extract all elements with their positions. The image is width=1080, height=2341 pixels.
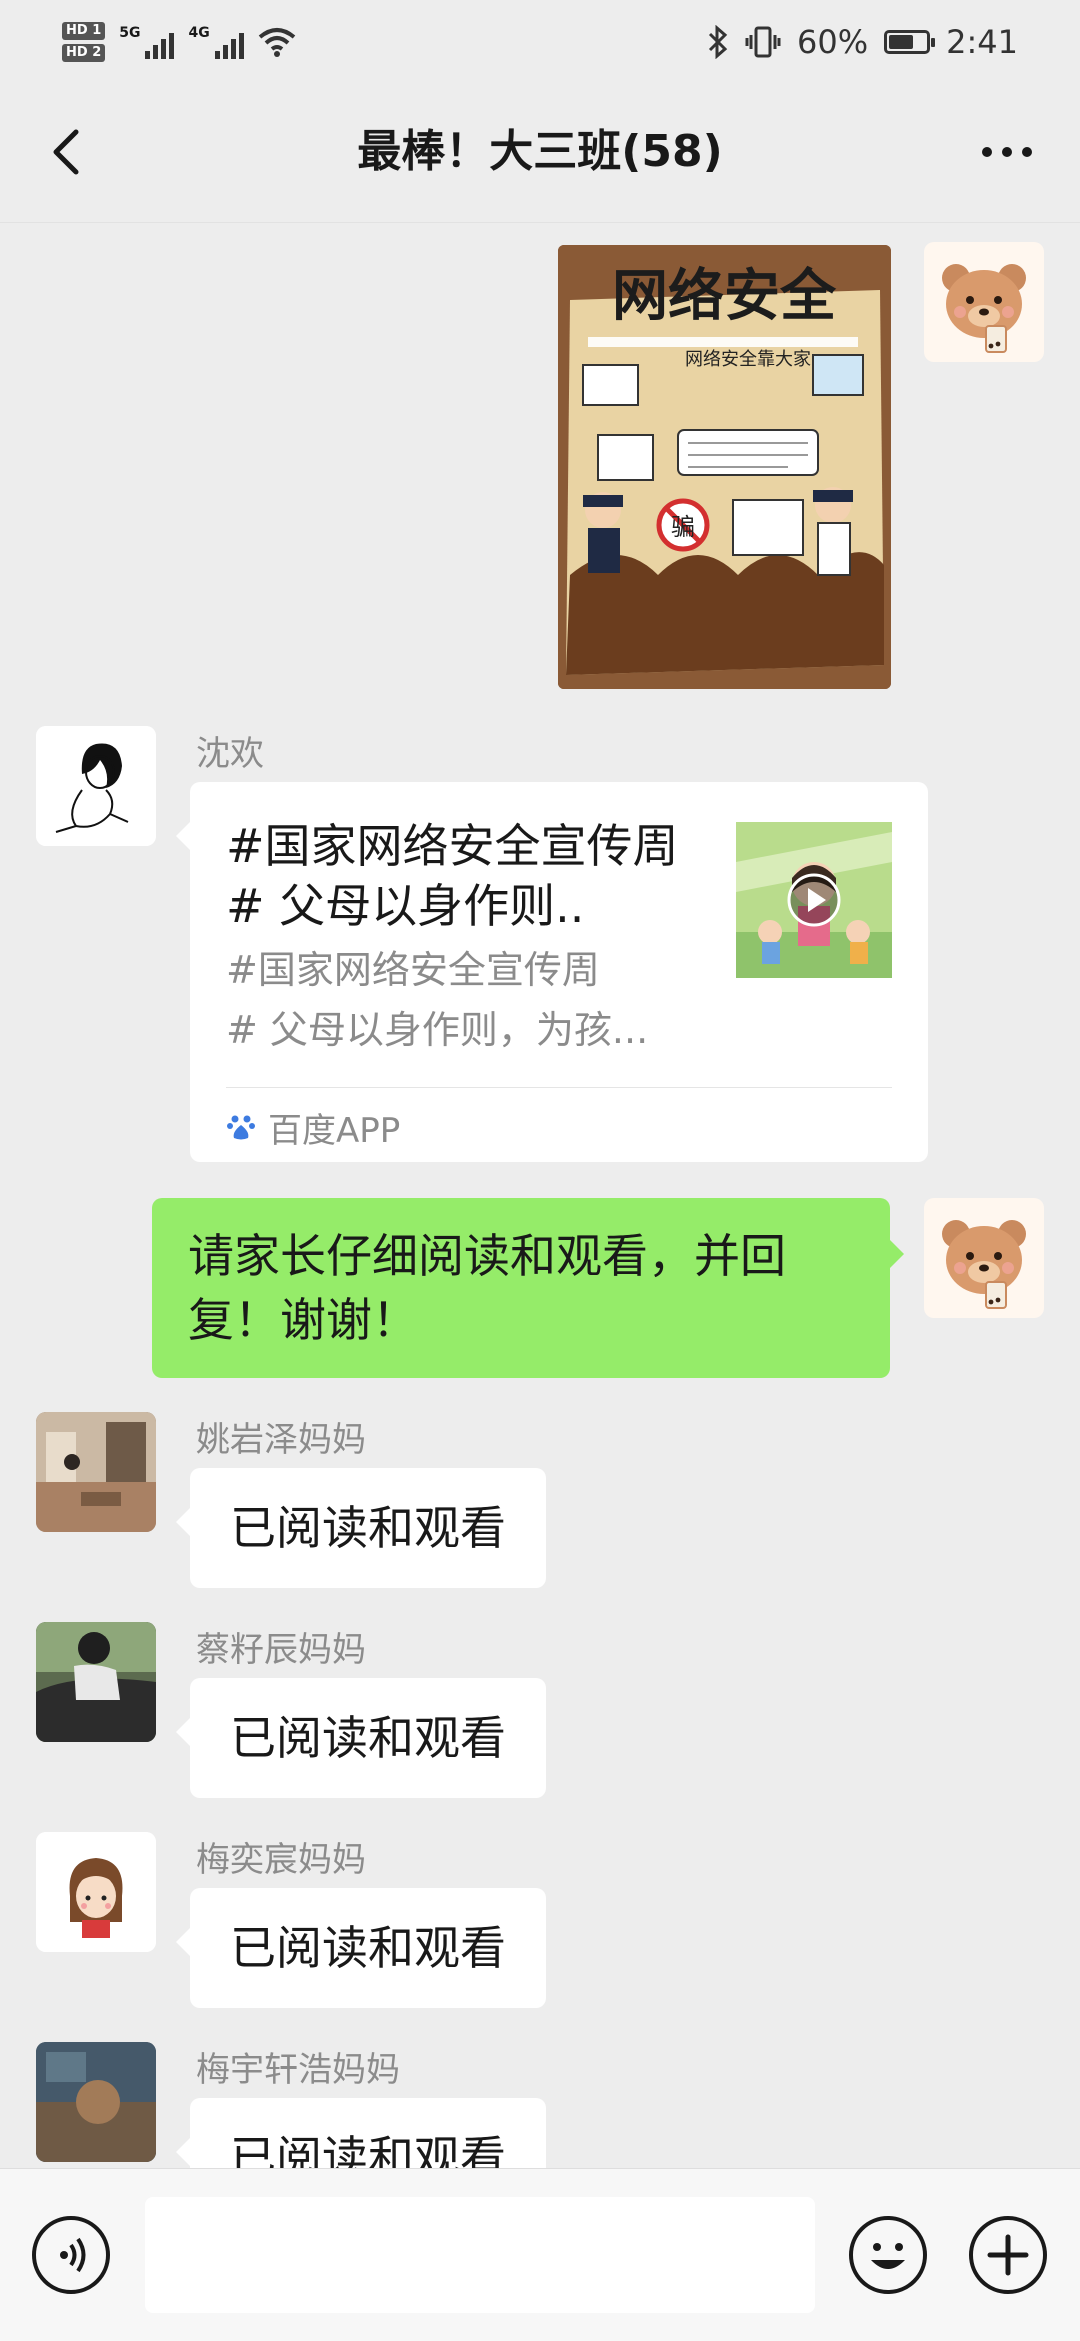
photo-avatar bbox=[36, 1622, 156, 1742]
link-card[interactable]: #国家网络安全宣传周# 父母以身作则.. #国家网络安全宣传周 # 父母以身作则… bbox=[176, 782, 928, 1162]
my-avatar[interactable] bbox=[924, 242, 1044, 362]
more-icon[interactable] bbox=[972, 122, 1042, 182]
status-right: 60% 2:41 bbox=[707, 12, 1018, 72]
avatar-cai[interactable] bbox=[36, 1622, 156, 1742]
sender-name: 姚岩泽妈妈 bbox=[196, 1420, 366, 1460]
chat-header: 最棒！大三班(58) bbox=[0, 80, 1080, 223]
poster-sign: 骗 bbox=[671, 513, 695, 541]
status-bar: HD 1 HD 2 5G 4G 60% 2:41 bbox=[0, 0, 1080, 80]
reply-bubble[interactable]: 已阅读和观看 bbox=[176, 1888, 546, 2008]
poster-subtitle: 网络安全靠大家 bbox=[685, 349, 811, 370]
status-left: HD 1 HD 2 5G 4G bbox=[62, 12, 296, 72]
hd1-badge: HD 1 bbox=[62, 22, 106, 40]
message-input[interactable] bbox=[145, 2197, 815, 2313]
sketch-avatar-icon bbox=[36, 726, 156, 846]
cartoon-girl-avatar-icon bbox=[36, 1832, 156, 1952]
battery-icon bbox=[884, 30, 936, 54]
avatar-yao[interactable] bbox=[36, 1412, 156, 1532]
card-thumbnail bbox=[736, 822, 892, 978]
emoji-icon[interactable] bbox=[849, 2216, 927, 2294]
card-desc-line1: #国家网络安全宣传周 bbox=[226, 948, 600, 992]
sender-name: 梅奕宸妈妈 bbox=[196, 1840, 366, 1880]
my-text-bubble[interactable]: 请家长仔细阅读和观看，并回复！谢谢！ bbox=[152, 1198, 904, 1378]
poster-title: 网络安全 bbox=[612, 264, 837, 329]
hd2-badge: HD 2 bbox=[62, 44, 106, 62]
card-source: 百度APP bbox=[226, 1102, 400, 1152]
play-icon[interactable] bbox=[786, 872, 842, 928]
avatar-mei[interactable] bbox=[36, 1832, 156, 1952]
bluetooth-icon bbox=[708, 25, 728, 59]
image-message[interactable]: 网络安全 网络安全靠大家 骗 bbox=[558, 245, 891, 689]
plus-icon[interactable] bbox=[969, 2216, 1047, 2294]
card-source-label: 百度APP bbox=[268, 1110, 401, 1151]
card-desc-line2: # 父母以身作则，为孩... bbox=[226, 1008, 649, 1052]
reply-bubble[interactable]: 已阅读和观看 bbox=[176, 1468, 546, 1588]
sender-name: 梅宇轩浩妈妈 bbox=[196, 2050, 400, 2090]
photo-avatar bbox=[36, 1412, 156, 1532]
voice-icon[interactable] bbox=[32, 2216, 110, 2294]
avatar-shenhuan[interactable] bbox=[36, 726, 156, 846]
card-divider bbox=[226, 1087, 892, 1088]
input-bar bbox=[0, 2168, 1080, 2341]
sender-name: 沈欢 bbox=[196, 734, 264, 774]
bear-avatar-icon bbox=[942, 1220, 1026, 1309]
photo-avatar bbox=[36, 2042, 156, 2162]
avatar-meiyu[interactable] bbox=[36, 2042, 156, 2162]
clock: 2:41 bbox=[946, 23, 1018, 61]
chat-title: 最棒！大三班(58) bbox=[357, 126, 723, 177]
card-title: #国家网络安全宣传周# 父母以身作则.. bbox=[226, 819, 679, 933]
card-desc: #国家网络安全宣传周 # 父母以身作则，为孩... bbox=[226, 940, 696, 1060]
reply-bubble[interactable]: 已阅读和观看 bbox=[176, 1678, 546, 1798]
sender-name: 蔡籽辰妈妈 bbox=[196, 1630, 366, 1670]
baidu-icon bbox=[227, 1115, 255, 1140]
bear-avatar-icon bbox=[942, 264, 1026, 353]
wifi-icon bbox=[258, 28, 295, 57]
poster-illustration: 网络安全 网络安全靠大家 骗 bbox=[558, 245, 891, 689]
my-avatar-2[interactable] bbox=[924, 1198, 1044, 1318]
hd-badges: HD 1 HD 2 bbox=[62, 22, 106, 62]
vibrate-icon bbox=[745, 26, 781, 58]
battery-percent: 60% bbox=[797, 23, 869, 61]
signal-icon: 5G bbox=[119, 25, 175, 59]
signal-icon-2: 4G bbox=[188, 25, 244, 59]
